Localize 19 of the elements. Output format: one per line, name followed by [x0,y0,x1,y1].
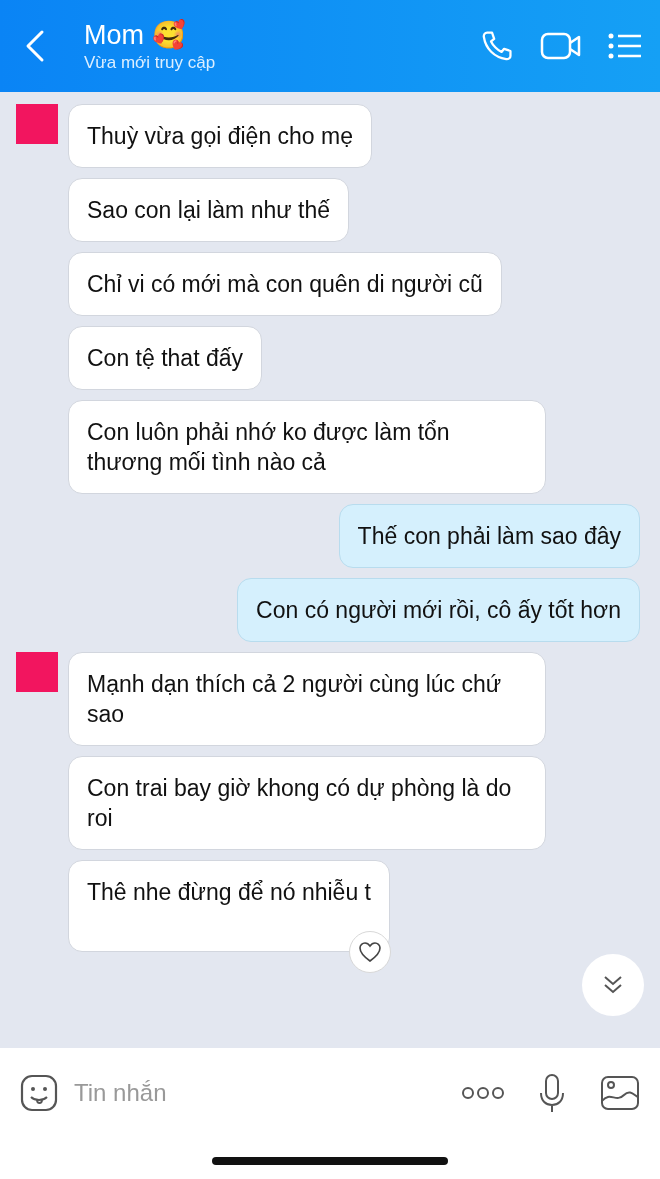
message-bubble: Con tệ that đấy [68,326,262,390]
message-bubble: Con luôn phải nhớ ko được làm tổn thương mối tình nào cả [68,400,546,494]
message-bubble: Thế con phải làm sao đây [338,504,640,568]
microphone-icon[interactable] [538,1073,566,1113]
message-bubble: Thuỳ vừa gọi điện cho mẹ [68,104,372,168]
message-bubble: Con có người mới rồi, cô ấy tốt hơn [237,578,640,642]
menu-icon[interactable] [608,32,642,60]
status-text: Vừa mới truy cập [84,53,217,73]
message-bubble: Con trai bay giờ khong có dự phòng là do roi [68,756,546,850]
more-icon[interactable] [462,1086,504,1100]
phone-icon[interactable] [480,29,514,63]
message-input[interactable]: Tin nhắn [72,1078,448,1108]
message-bubble: Chỉ vi có mới mà con quên di người cũ [68,252,502,316]
message-bubble: Mạnh dạn thích cả 2 người cùng lúc chứ sao [68,652,546,746]
message-bubble: Sao con lại làm như thế [68,178,349,242]
video-call-icon[interactable] [540,31,582,61]
image-icon[interactable] [600,1075,640,1111]
sticker-icon[interactable] [20,1074,58,1112]
contact-name: Mom 🥰 [84,19,187,51]
